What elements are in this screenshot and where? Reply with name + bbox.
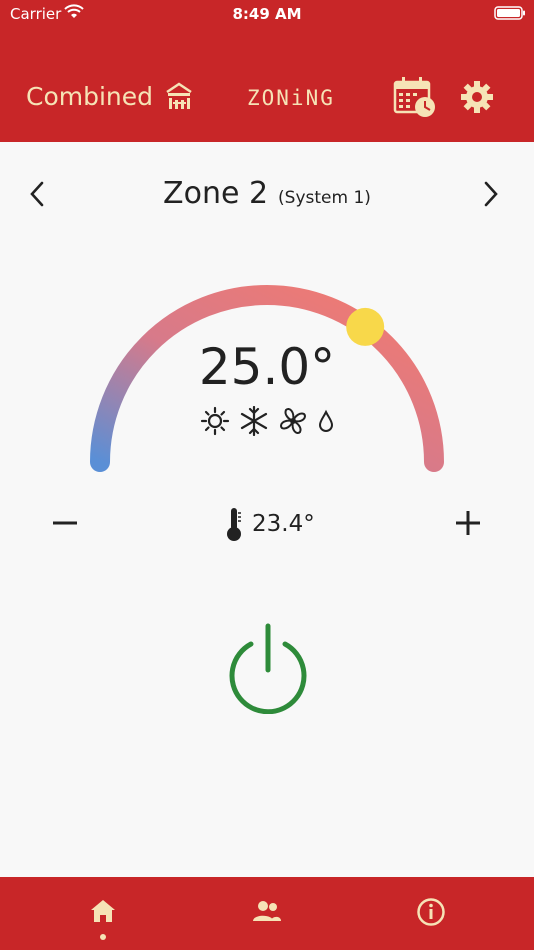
drop-icon[interactable] [316,406,336,436]
snowflake-icon[interactable] [238,406,270,436]
zone-title: Zone 2 (System 1) [0,176,534,211]
home-icon[interactable] [89,897,117,925]
zone-name: Zone 2 [163,176,269,211]
ambient-temperature: 23.4° [224,506,315,542]
setpoint-value: 25.0° [198,338,336,396]
building-icon[interactable] [164,82,194,112]
power-button[interactable] [227,622,309,714]
chevron-right-icon[interactable] [482,180,500,208]
active-tab-indicator [100,934,106,940]
gear-icon[interactable] [461,81,493,113]
info-icon[interactable] [416,897,446,927]
zone-system: (System 1) [278,188,371,208]
clock: 8:49 AM [232,5,302,23]
ambient-value: 23.4° [252,511,315,537]
users-icon[interactable] [251,897,283,925]
mode-icons [200,406,336,436]
fan-icon[interactable] [278,406,308,436]
brand-logo: ZONiNG [247,86,335,110]
battery-icon [494,6,525,20]
status-bar: Carrier 8:49 AM [0,0,534,28]
increase-button[interactable] [453,506,483,540]
calendar-clock-icon[interactable] [393,76,437,118]
decrease-button[interactable] [50,506,80,540]
thermometer-icon [227,508,241,541]
sun-icon[interactable] [200,406,230,436]
app-header: Combined ZONiNG [0,28,534,142]
tab-bar [0,877,534,950]
zone-navigator: Zone 2 (System 1) [0,172,534,216]
mode-label[interactable]: Combined [26,82,153,111]
